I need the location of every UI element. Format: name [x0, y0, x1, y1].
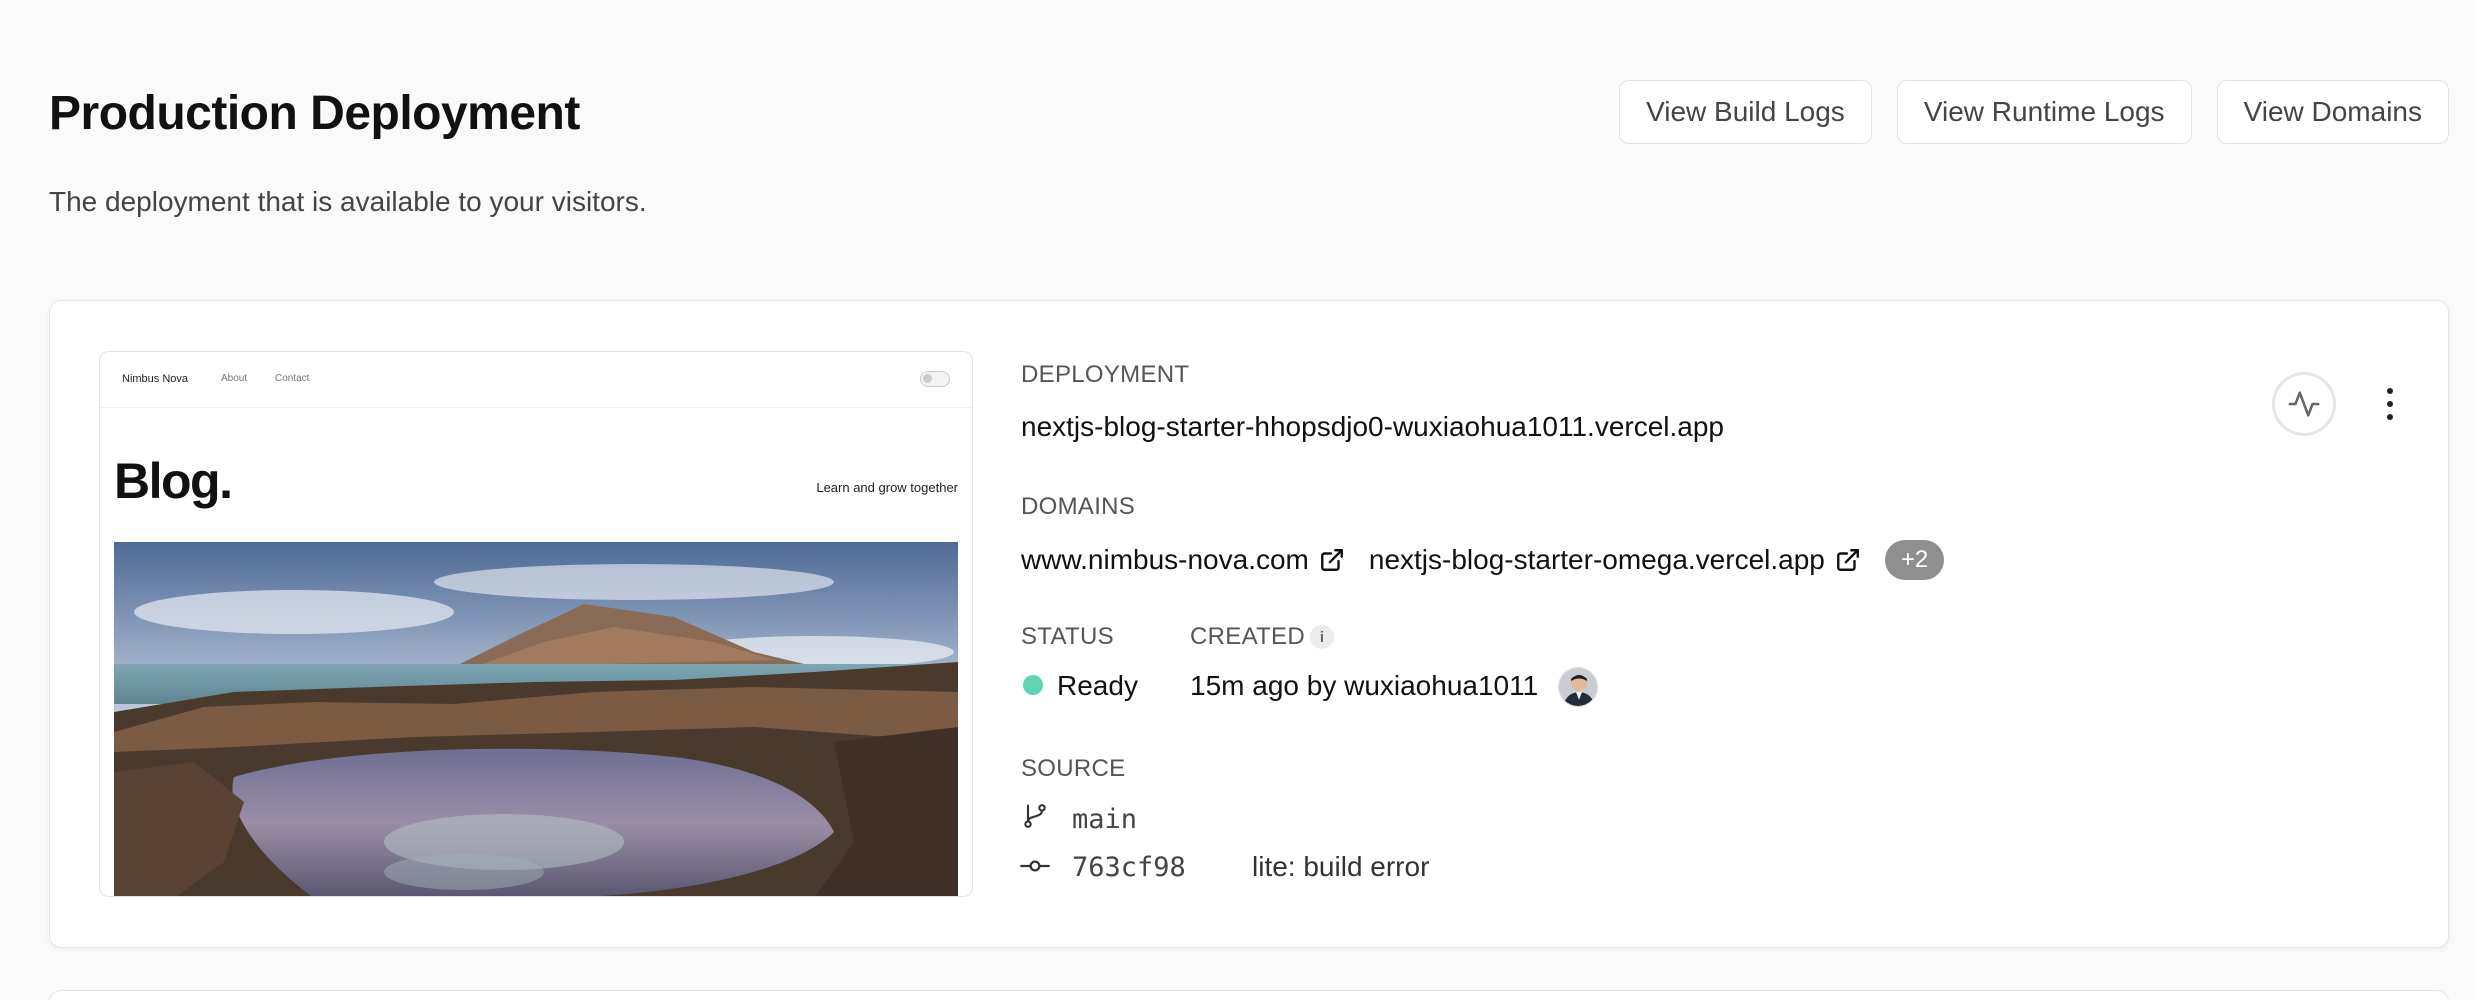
created-value: 15m ago by wuxiaohua1011: [1190, 670, 1539, 701]
next-card: [49, 990, 2449, 1000]
commit-message: lite: build error: [1252, 851, 1430, 882]
preview-nav-contact: Contact: [275, 373, 310, 384]
status-indicator-dot: [1023, 675, 1043, 695]
source-label: SOURCE: [1021, 755, 1126, 782]
domain-text: www.nimbus-nova.com: [1021, 544, 1309, 575]
git-branch-icon: [1024, 804, 1046, 828]
external-link-icon: [1836, 549, 1859, 571]
preview-heading: Blog.: [114, 453, 233, 509]
preview-hero-image: [114, 542, 958, 896]
view-runtime-logs-button[interactable]: View Runtime Logs: [1896, 80, 2192, 144]
domains-list: www.nimbus-nova.com nextjs-blog-starter-…: [1021, 539, 1945, 581]
info-icon[interactable]: i: [1310, 625, 1334, 649]
deployment-preview[interactable]: Nimbus Nova About Contact Blog. Learn an…: [99, 351, 973, 897]
commit-hash[interactable]: 763cf98: [1072, 852, 1186, 883]
status-value: Ready: [1057, 670, 1138, 701]
domain-text: nextjs-blog-starter-omega.vercel.app: [1368, 544, 1825, 575]
view-build-logs-button[interactable]: View Build Logs: [1619, 80, 1872, 144]
preview-nav-about: About: [221, 373, 248, 384]
domain-link-primary[interactable]: www.nimbus-nova.com: [1021, 544, 1345, 576]
deployment-label: DEPLOYMENT: [1021, 361, 1190, 388]
page-title: Production Deployment: [49, 87, 580, 140]
avatar[interactable]: [1558, 667, 1598, 707]
view-domains-button[interactable]: View Domains: [2216, 80, 2449, 144]
avatar-image: [1559, 668, 1597, 706]
branch-name[interactable]: main: [1072, 804, 1137, 835]
preview-theme-toggle: [920, 371, 950, 387]
more-domains-badge[interactable]: +2: [1884, 540, 1945, 580]
deployment-url-link[interactable]: nextjs-blog-starter-hhopsdjo0-wuxiaohua1…: [1021, 411, 1724, 443]
header-actions: View Build Logs View Runtime Logs View D…: [1619, 80, 2449, 144]
more-vertical-icon[interactable]: [2380, 386, 2400, 422]
preview-tagline: Learn and grow together: [816, 480, 958, 495]
domains-label: DOMAINS: [1021, 493, 1136, 520]
created-label: CREATED: [1190, 623, 1305, 650]
activity-button[interactable]: [2272, 372, 2336, 436]
page-subtitle: The deployment that is available to your…: [49, 186, 647, 217]
deployment-card: Nimbus Nova About Contact Blog. Learn an…: [49, 300, 2449, 948]
preview-brand: Nimbus Nova: [122, 373, 189, 385]
domain-link-secondary[interactable]: nextjs-blog-starter-omega.vercel.app: [1369, 544, 1861, 576]
external-link-icon: [1320, 549, 1343, 571]
git-commit-icon: [1020, 860, 1050, 872]
activity-icon: [2288, 391, 2320, 417]
status-label: STATUS: [1021, 623, 1114, 650]
preview-navbar: Nimbus Nova About Contact: [100, 352, 972, 408]
